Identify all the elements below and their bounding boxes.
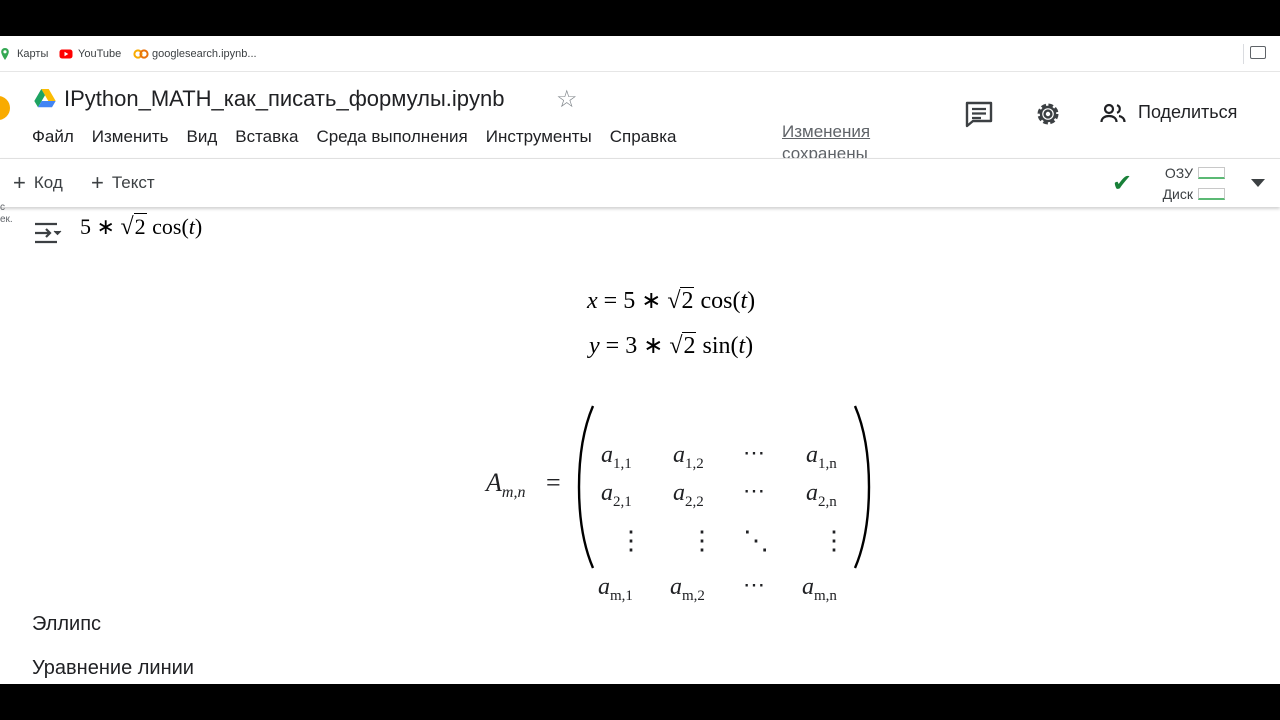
menu-edit[interactable]: Изменить bbox=[92, 127, 169, 147]
star-icon[interactable]: ☆ bbox=[556, 85, 578, 114]
bookmark-maps[interactable]: Карты bbox=[0, 46, 48, 62]
share-button[interactable]: Поделиться bbox=[1100, 102, 1237, 123]
formula-coef: 5 bbox=[80, 214, 91, 239]
colab-icon bbox=[133, 47, 149, 61]
right-paren bbox=[853, 405, 871, 569]
disk-usage-bar[interactable] bbox=[1198, 188, 1225, 200]
matrix-hdots: ⋯ bbox=[743, 478, 767, 503]
matrix-vdots: ⋮ bbox=[689, 526, 717, 555]
equation-x: x = 5 ∗ √2 cos(t) bbox=[587, 287, 756, 314]
sqrt-symbol: √2 bbox=[667, 287, 695, 314]
eq-lhs: x bbox=[587, 288, 598, 314]
bookmark-label: googlesearch.ipynb... bbox=[152, 48, 257, 60]
sqrt-radicand: 2 bbox=[680, 287, 695, 314]
sqrt-radicand: 2 bbox=[133, 213, 147, 239]
text-cell-line-equation[interactable]: Уравнение линии bbox=[32, 657, 194, 680]
connected-check-icon[interactable]: ✔ bbox=[1112, 169, 1132, 198]
output-formula: 5 ∗ √2 cos(t) bbox=[80, 213, 203, 240]
ram-usage-bar[interactable] bbox=[1198, 167, 1225, 179]
add-code-label: Код bbox=[33, 173, 63, 192]
equation-y: y = 3 ∗ √2 sin(t) bbox=[589, 332, 754, 359]
matrix-hdots: ⋯ bbox=[743, 572, 767, 597]
matrix-cell: a1,1 bbox=[601, 442, 632, 472]
share-label: Поделиться bbox=[1138, 102, 1238, 122]
menu-file[interactable]: Файл bbox=[32, 127, 74, 147]
matrix-cell: am,1 bbox=[598, 574, 633, 604]
matrix-subscript: m,n bbox=[501, 484, 526, 502]
plus-icon: + bbox=[91, 170, 104, 195]
equals-sign: = bbox=[546, 468, 561, 497]
edge-text-line: с bbox=[0, 202, 5, 213]
plus-icon: + bbox=[13, 170, 26, 195]
colab-screen: Карты YouTube googlesearch.ipynb... IPyt… bbox=[0, 36, 1280, 684]
bookmark-googlesearch[interactable]: googlesearch.ipynb... bbox=[133, 46, 257, 62]
comments-icon[interactable] bbox=[964, 100, 994, 133]
matrix-name: Am,n bbox=[486, 468, 525, 502]
formula-var: t bbox=[188, 214, 195, 239]
matrix-cell: a2,1 bbox=[601, 480, 632, 510]
formula-fn: cos bbox=[152, 214, 182, 239]
menu-view[interactable]: Вид bbox=[186, 127, 217, 147]
runtime-dropdown-icon[interactable] bbox=[1251, 179, 1265, 187]
bookmark-label: YouTube bbox=[78, 48, 122, 60]
cell-exec-info: с ек. bbox=[0, 202, 13, 226]
text-cell-ellipse[interactable]: Эллипс bbox=[32, 613, 101, 636]
matrix-symbol: A bbox=[486, 468, 502, 497]
sqrt-radicand: 2 bbox=[682, 332, 697, 359]
google-drive-icon[interactable] bbox=[34, 88, 56, 108]
left-paren bbox=[577, 405, 595, 569]
matrix-vdots: ⋮ bbox=[821, 526, 849, 555]
matrix-vdots: ⋮ bbox=[618, 526, 646, 555]
maps-icon bbox=[0, 47, 12, 61]
matrix-cell: a2,n bbox=[806, 480, 837, 510]
matrix-cell: a2,2 bbox=[673, 480, 704, 510]
bookmark-label: Карты bbox=[17, 48, 49, 60]
matrix-cell: am,2 bbox=[670, 574, 705, 604]
menu-tools[interactable]: Инструменты bbox=[486, 127, 592, 147]
edge-text-line: ек. bbox=[0, 214, 13, 225]
eq-var: t bbox=[738, 333, 746, 359]
ram-label: ОЗУ bbox=[1164, 165, 1193, 181]
matrix-cell: a1,n bbox=[806, 442, 837, 472]
other-bookmarks-folder-icon[interactable] bbox=[1250, 46, 1266, 59]
eq-fn: cos bbox=[700, 288, 733, 314]
matrix-ddots: ⋱ bbox=[743, 526, 771, 555]
eq-lhs: y bbox=[589, 333, 600, 359]
colab-logo-icon[interactable] bbox=[0, 96, 10, 120]
bookmark-youtube[interactable]: YouTube bbox=[59, 46, 121, 62]
save-status-link[interactable]: Изменения сохранены bbox=[782, 121, 892, 158]
sqrt-symbol: √2 bbox=[120, 213, 147, 240]
main-menu: Файл Изменить Вид Вставка Среда выполнен… bbox=[32, 127, 694, 147]
formula-op: ∗ bbox=[96, 214, 115, 239]
youtube-icon bbox=[59, 47, 73, 61]
sqrt-symbol: √2 bbox=[669, 332, 697, 359]
add-text-button[interactable]: + Текст bbox=[91, 170, 155, 195]
menu-runtime[interactable]: Среда выполнения bbox=[316, 127, 467, 147]
matrix-cell: a1,2 bbox=[673, 442, 704, 472]
menu-help[interactable]: Справка bbox=[610, 127, 677, 147]
matrix-cell: am,n bbox=[802, 574, 837, 604]
notebook-toolbar: + Код + Текст ✔ ОЗУ Диск bbox=[0, 158, 1280, 207]
settings-gear-icon[interactable] bbox=[1034, 100, 1062, 133]
add-code-button[interactable]: + Код bbox=[13, 170, 63, 195]
eq-var: t bbox=[740, 288, 748, 314]
matrix-hdots: ⋯ bbox=[743, 440, 767, 465]
menu-insert[interactable]: Вставка bbox=[235, 127, 298, 147]
disk-label: Диск bbox=[1162, 186, 1193, 202]
add-text-label: Текст bbox=[111, 173, 155, 192]
eq-coef: 5 bbox=[623, 288, 636, 314]
bookmarks-bar: Карты YouTube googlesearch.ipynb... bbox=[0, 36, 1280, 72]
eq-coef: 3 bbox=[625, 333, 638, 359]
notebook-title[interactable]: IPython_MATH_как_писать_формулы.ipynb bbox=[64, 86, 505, 112]
output-menu-icon[interactable] bbox=[34, 222, 64, 249]
people-icon bbox=[1100, 103, 1126, 122]
eq-fn: sin bbox=[702, 333, 731, 359]
bookmarks-divider bbox=[1243, 44, 1244, 64]
